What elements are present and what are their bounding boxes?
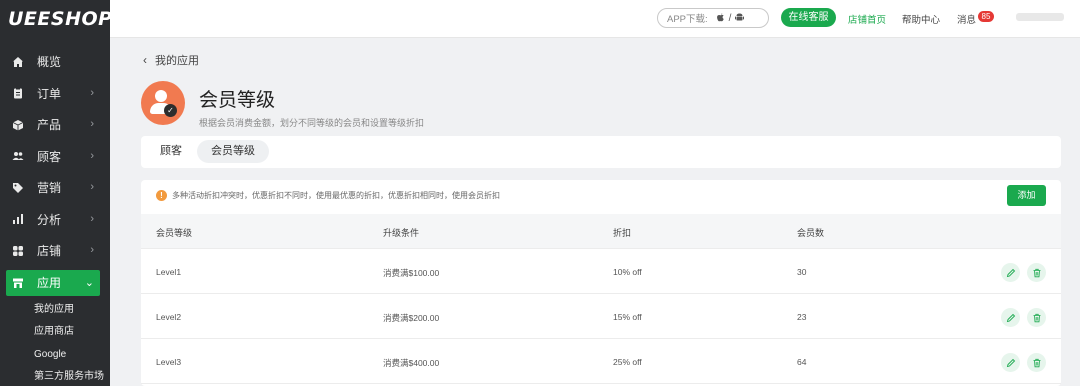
chevron-left-icon: ‹: [143, 53, 147, 67]
sidebar-item-label: 应用: [37, 276, 62, 290]
app-download-label: APP下载:: [667, 14, 708, 25]
cell-members: 23: [797, 312, 807, 322]
tabs-bar: 顾客 会员等级: [141, 136, 1061, 168]
clipboard-icon: [12, 87, 24, 99]
sidebar-subitem-third-party[interactable]: 第三方服务市场: [34, 366, 110, 386]
sidebar-item-label: 分析: [37, 212, 62, 227]
sidebar-item-orders[interactable]: 订单 ›: [0, 78, 110, 110]
cell-discount: 15% off: [613, 312, 642, 322]
android-icon[interactable]: [735, 12, 745, 25]
delete-icon[interactable]: [1027, 263, 1046, 282]
page-description: 根据会员消费金额，划分不同等级的会员和设置等级折扣: [199, 118, 425, 128]
cell-members: 64: [797, 357, 807, 367]
grid-icon: [12, 245, 24, 257]
table-row: Level2 消费满$200.00 15% off 23: [141, 294, 1061, 339]
chevron-right-icon: ›: [90, 244, 94, 256]
warning-icon: !: [156, 190, 167, 201]
tab-customers[interactable]: 顾客: [160, 140, 182, 163]
sidebar-item-stores[interactable]: 店铺 ›: [0, 235, 110, 267]
delete-icon[interactable]: [1027, 353, 1046, 372]
discount-notice: ! 多种活动折扣冲突时，优惠折扣不同时，使用最优惠的折扣，优惠折扣相同时，使用会…: [156, 190, 500, 201]
column-header-level: 会员等级: [156, 228, 193, 238]
home-icon: [12, 56, 24, 68]
sidebar-item-products[interactable]: 产品 ›: [0, 109, 110, 141]
column-header-discount: 折扣: [613, 228, 632, 238]
sidebar-item-marketing[interactable]: 营销 ›: [0, 172, 110, 204]
cell-level: Level3: [156, 357, 182, 367]
check-icon: ✓: [164, 104, 177, 117]
member-level-table: 会员等级 升级条件 折扣 会员数 Level1 消费满$100.00 10% o…: [141, 214, 1061, 384]
sidebar-item-apps[interactable]: 应用 ⌄: [6, 269, 100, 296]
page-title: 会员等级: [199, 90, 276, 111]
app-download-button[interactable]: APP下载: /: [657, 8, 769, 28]
cell-level: Level1: [156, 267, 182, 277]
store-home-link[interactable]: 店铺首页: [848, 12, 886, 26]
cell-condition: 消费满$400.00: [383, 358, 440, 368]
sidebar-subitem-app-store[interactable]: 应用商店: [34, 321, 110, 344]
help-center-link[interactable]: 帮助中心: [902, 12, 940, 26]
breadcrumb[interactable]: ‹ 我的应用: [143, 52, 199, 68]
breadcrumb-label: 我的应用: [155, 55, 199, 67]
store-icon: [12, 277, 24, 289]
apple-icon[interactable]: [716, 12, 725, 25]
tab-member-levels[interactable]: 会员等级: [197, 140, 269, 163]
edit-icon[interactable]: [1001, 263, 1020, 282]
sidebar-item-overview[interactable]: 概览: [0, 46, 110, 78]
user-account-menu[interactable]: [1016, 13, 1064, 21]
chevron-right-icon: ›: [90, 118, 94, 130]
cell-discount: 25% off: [613, 357, 642, 367]
delete-icon[interactable]: [1027, 308, 1046, 327]
column-header-condition: 升级条件: [383, 228, 420, 238]
sidebar-item-label: 店铺: [37, 244, 62, 259]
cell-condition: 消费满$100.00: [383, 268, 440, 278]
bar-chart-icon: [12, 213, 24, 225]
sidebar-item-label: 产品: [37, 118, 62, 133]
column-header-members: 会员数: [797, 228, 825, 238]
add-button[interactable]: 添加: [1007, 185, 1046, 206]
users-icon: [12, 150, 24, 162]
sidebar-item-label: 营销: [37, 181, 62, 196]
chevron-right-icon: ›: [90, 212, 94, 225]
online-service-button[interactable]: 在线客服: [781, 8, 836, 27]
messages-link[interactable]: 消息: [957, 12, 976, 26]
box-icon: [12, 119, 24, 131]
cell-members: 30: [797, 267, 807, 277]
cell-discount: 10% off: [613, 267, 642, 277]
table-header: 会员等级 升级条件 折扣 会员数: [141, 214, 1061, 249]
brand-logo[interactable]: UEESHOP: [0, 0, 112, 38]
notice-text: 多种活动折扣冲突时，优惠折扣不同时，使用最优惠的折扣，优惠折扣相同时，使用会员折…: [172, 191, 500, 200]
separator-text: /: [728, 12, 732, 24]
chevron-right-icon: ›: [90, 181, 94, 193]
sidebar-subitem-google[interactable]: Google: [34, 344, 110, 367]
table-row: Level3 消费满$400.00 25% off 64: [141, 339, 1061, 384]
sidebar: UEESHOP 概览 订单 › 产品 › 顾客 › 营销 › 分析 › 店铺 ›…: [0, 0, 112, 386]
top-header: APP下载: / 在线客服 店铺首页 帮助中心 消息 85: [110, 0, 1080, 38]
sidebar-item-customers[interactable]: 顾客 ›: [0, 141, 110, 173]
edit-icon[interactable]: [1001, 308, 1020, 327]
sidebar-submenu: 我的应用 应用商店 Google 第三方服务市场: [0, 299, 110, 386]
sidebar-item-label: 概览: [37, 55, 62, 70]
edit-icon[interactable]: [1001, 353, 1020, 372]
chevron-right-icon: ›: [90, 86, 94, 99]
table-row: Level1 消费满$100.00 10% off 30: [141, 249, 1061, 294]
tag-icon: [12, 182, 24, 194]
sidebar-item-label: 订单: [37, 86, 62, 101]
sidebar-subitem-my-apps[interactable]: 我的应用: [34, 299, 110, 322]
cell-condition: 消费满$200.00: [383, 313, 440, 323]
sidebar-nav: 概览 订单 › 产品 › 顾客 › 营销 › 分析 › 店铺 › 应用 ⌄ 我的…: [0, 46, 110, 386]
chevron-down-icon: ⌄: [84, 276, 94, 289]
sidebar-item-analytics[interactable]: 分析 ›: [0, 204, 110, 236]
member-level-panel: ! 多种活动折扣冲突时，优惠折扣不同时，使用最优惠的折扣，优惠折扣相同时，使用会…: [141, 180, 1061, 386]
sidebar-item-label: 顾客: [37, 149, 62, 164]
chevron-right-icon: ›: [90, 149, 94, 162]
cell-level: Level2: [156, 312, 182, 322]
message-count-badge: 85: [978, 11, 994, 22]
member-level-app-icon: ✓: [141, 81, 185, 125]
